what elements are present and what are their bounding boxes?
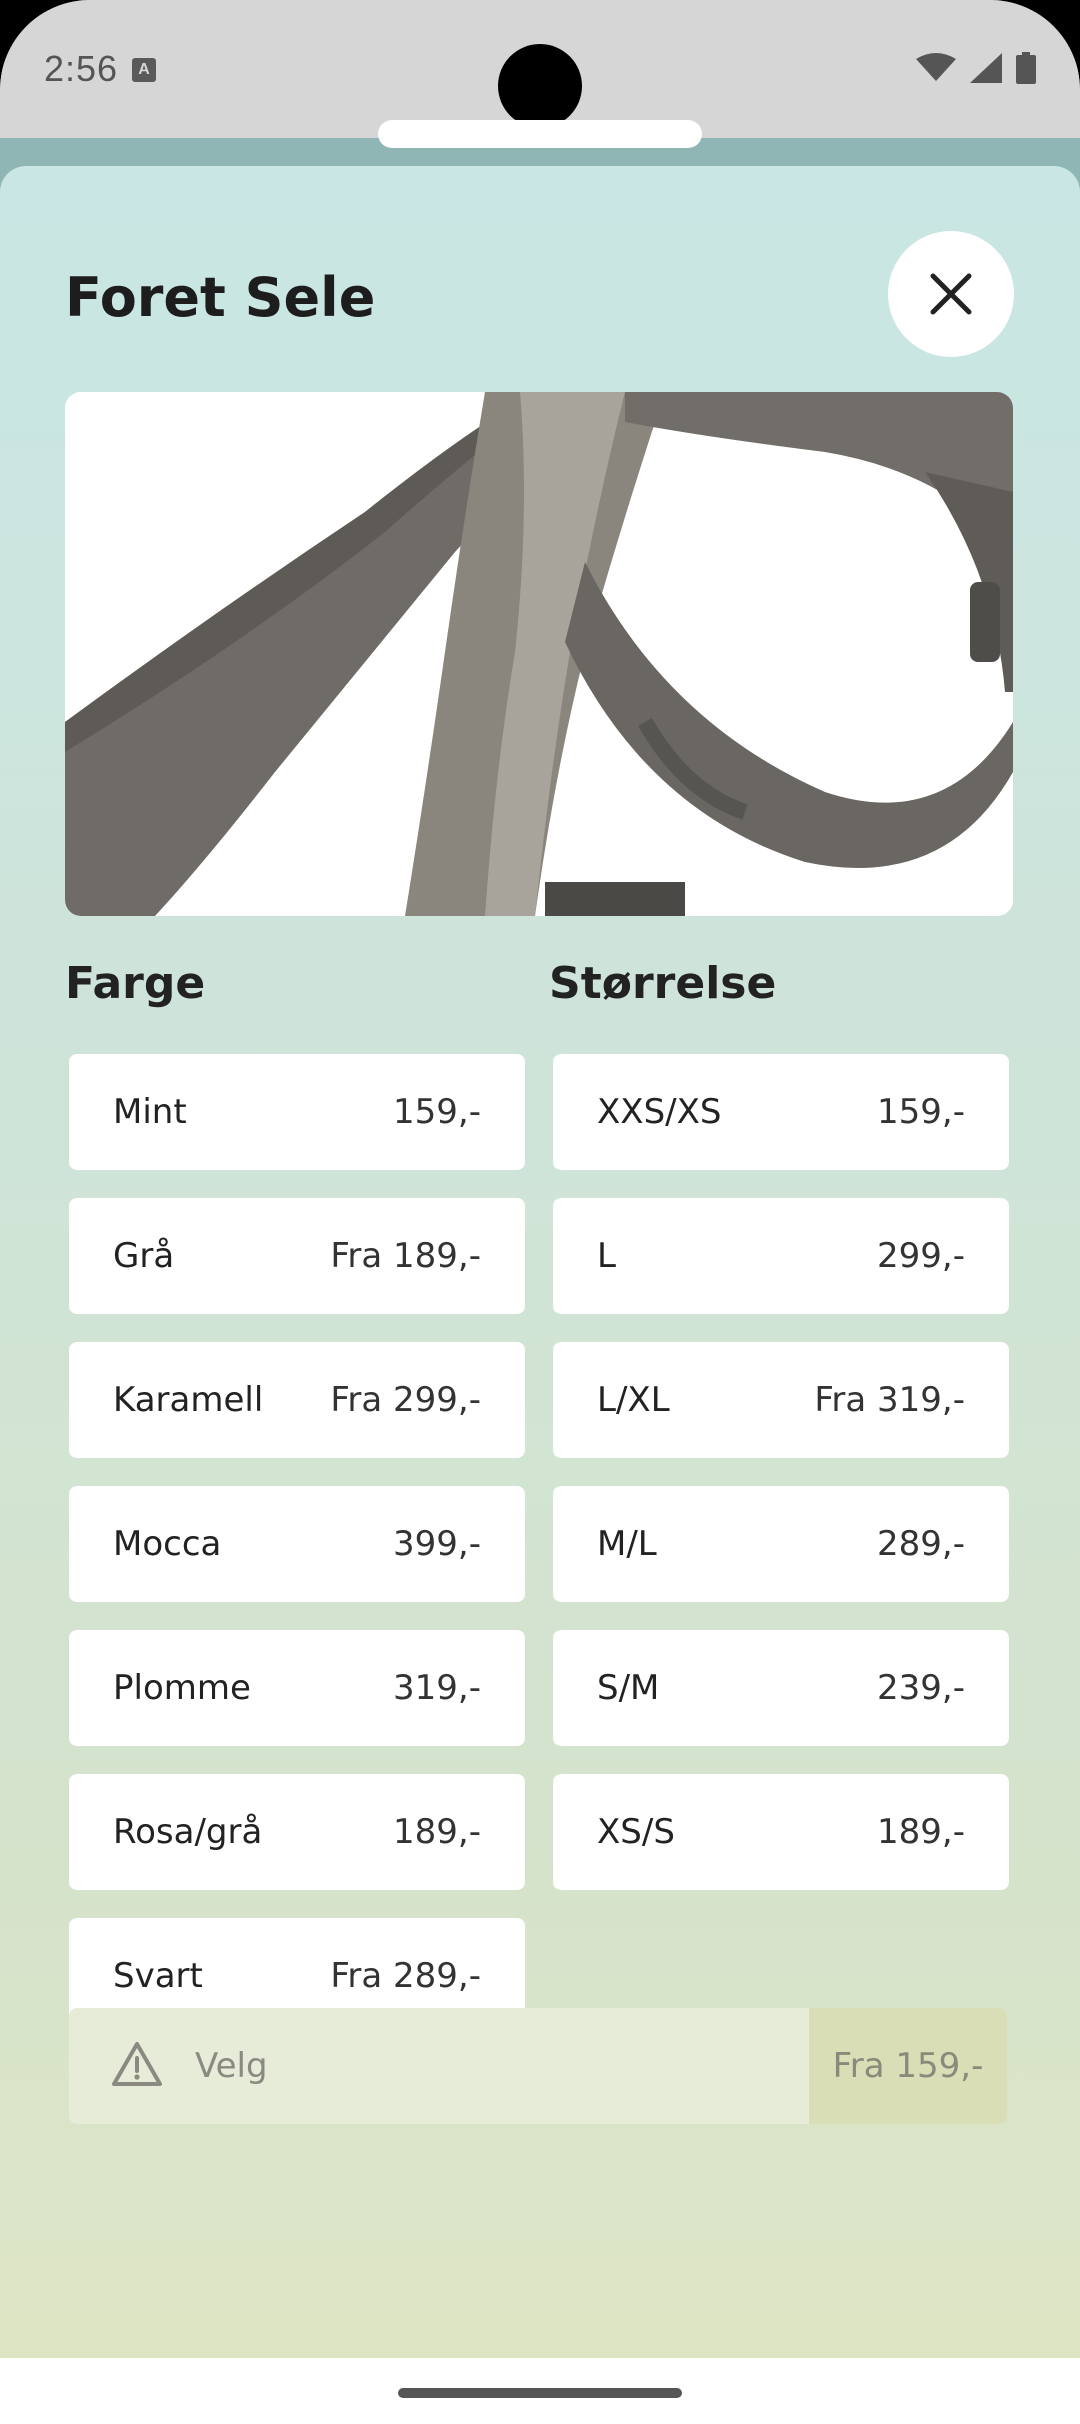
size-option-l[interactable]: L 299,- [553, 1198, 1009, 1314]
camera-cutout [498, 44, 582, 128]
option-label: Karamell [113, 1380, 264, 1420]
home-indicator[interactable] [398, 2388, 682, 2398]
option-price: 189,- [877, 1812, 965, 1852]
option-price: Fra 299,- [330, 1380, 481, 1420]
harness-image [65, 392, 1013, 916]
status-time: 2:56 [44, 48, 119, 89]
status-bar: 2:56 A [0, 0, 1080, 140]
device-screen: 2:56 A Foret Sele Farge Størrelse Mint 1… [0, 0, 1080, 2424]
option-price: 299,- [877, 1236, 965, 1276]
color-option-karamell[interactable]: Karamell Fra 299,- [69, 1342, 525, 1458]
option-label: Plomme [113, 1668, 251, 1708]
product-image [65, 392, 1013, 916]
color-heading: Farge [65, 958, 206, 1009]
drag-handle[interactable] [378, 120, 702, 148]
size-heading: Størrelse [549, 958, 777, 1009]
color-option-mocca[interactable]: Mocca 399,- [69, 1486, 525, 1602]
select-label: Velg [195, 2046, 268, 2086]
option-price: 159,- [393, 1092, 481, 1132]
color-option-rosa-gra[interactable]: Rosa/grå 189,- [69, 1774, 525, 1890]
option-label: XS/S [597, 1812, 675, 1852]
option-price: Fra 289,- [330, 1956, 481, 1996]
option-label: S/M [597, 1668, 660, 1708]
option-label: L/XL [597, 1380, 670, 1420]
option-price: 159,- [877, 1092, 965, 1132]
color-option-mint[interactable]: Mint 159,- [69, 1054, 525, 1170]
page-title: Foret Sele [65, 266, 376, 329]
option-price: Fra 319,- [814, 1380, 965, 1420]
product-sheet: Foret Sele Farge Størrelse Mint 159,- Gr… [0, 166, 1080, 2358]
status-icons [916, 52, 1036, 84]
size-option-xs-s[interactable]: XS/S 189,- [553, 1774, 1009, 1890]
option-label: Mint [113, 1092, 187, 1132]
option-label: Svart [113, 1956, 203, 1996]
option-price: Fra 189,- [330, 1236, 481, 1276]
option-price: 289,- [877, 1524, 965, 1564]
option-price: 239,- [877, 1668, 965, 1708]
size-option-xxs-xs[interactable]: XXS/XS 159,- [553, 1054, 1009, 1170]
warning-icon [112, 2042, 162, 2086]
option-label: Rosa/grå [113, 1812, 263, 1852]
notification-a-icon: A [132, 58, 156, 82]
close-button[interactable] [888, 231, 1014, 357]
color-option-plomme[interactable]: Plomme 319,- [69, 1630, 525, 1746]
option-price: 399,- [393, 1524, 481, 1564]
option-label: XXS/XS [597, 1092, 722, 1132]
size-option-l-xl[interactable]: L/XL Fra 319,- [553, 1342, 1009, 1458]
battery-icon [1016, 52, 1036, 84]
size-option-s-m[interactable]: S/M 239,- [553, 1630, 1009, 1746]
select-bar[interactable]: Velg Fra 159,- [69, 2008, 1007, 2124]
option-label: Grå [113, 1236, 175, 1276]
size-option-m-l[interactable]: M/L 289,- [553, 1486, 1009, 1602]
wifi-icon [916, 53, 956, 81]
option-label: M/L [597, 1524, 657, 1564]
signal-icon [970, 53, 1002, 83]
option-label: L [597, 1236, 616, 1276]
close-icon [930, 273, 972, 315]
option-price: 319,- [393, 1668, 481, 1708]
option-price: 189,- [393, 1812, 481, 1852]
select-price: Fra 159,- [809, 2008, 1007, 2124]
option-label: Mocca [113, 1524, 222, 1564]
color-option-gra[interactable]: Grå Fra 189,- [69, 1198, 525, 1314]
